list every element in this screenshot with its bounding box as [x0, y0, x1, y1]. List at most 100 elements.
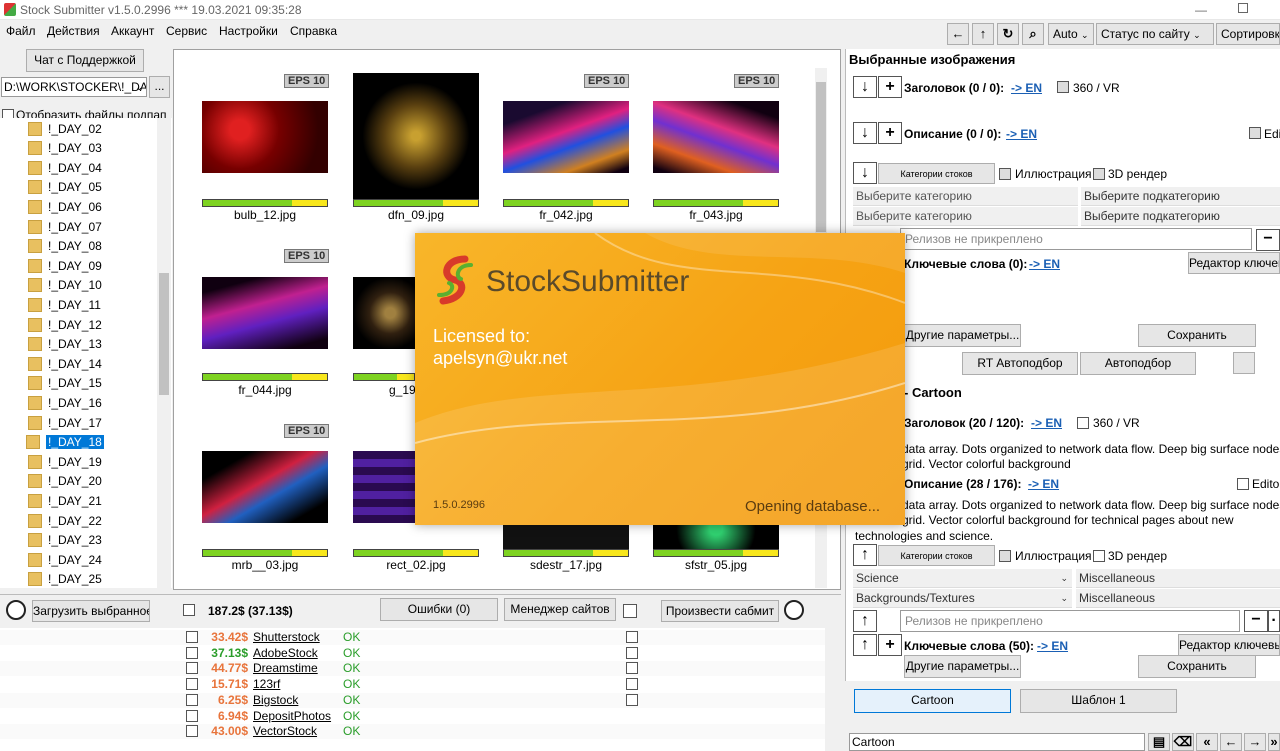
autoselect-button[interactable]: Автоподбор [1080, 352, 1196, 375]
tree-folder-item[interactable]: !_DAY_24 [28, 550, 102, 569]
tree-scrollbar[interactable] [157, 118, 171, 588]
description-translate-link[interactable]: -> EN [1006, 127, 1037, 141]
site-checkbox[interactable] [186, 678, 198, 691]
site-row[interactable]: 37.13$ AdobeStock OK [0, 646, 825, 661]
menu-actions[interactable]: Действия [47, 24, 100, 38]
thumbnail-image[interactable] [202, 451, 328, 523]
color-swatch-button[interactable] [1233, 352, 1255, 374]
menu-settings[interactable]: Настройки [219, 24, 278, 38]
tree-folder-item[interactable]: !_DAY_20 [28, 472, 102, 491]
save2-button[interactable]: Сохранить [1138, 655, 1256, 678]
keyword-editor-button[interactable]: Редактор ключев [1188, 252, 1280, 274]
plus-icon[interactable]: + [878, 122, 902, 144]
upload-selected-button[interactable]: Загрузить выбранное [32, 600, 150, 622]
tree-folder-item[interactable]: !_DAY_03 [28, 139, 102, 158]
prev-icon[interactable]: ← [1220, 733, 1242, 751]
maximize-icon[interactable] [1238, 3, 1248, 13]
template-name-field[interactable]: Cartoon [849, 733, 1145, 751]
subcategory-select[interactable]: Miscellaneous [1076, 589, 1280, 608]
clock-icon[interactable] [6, 600, 26, 620]
other-params2-button[interactable]: Другие параметры... [904, 655, 1021, 678]
category-select[interactable]: Science ⌄ [853, 569, 1072, 588]
tree-folder-item[interactable]: !_DAY_08 [28, 237, 102, 256]
tree-folder-item[interactable]: !_DAY_23 [28, 531, 102, 550]
thumbnail-image[interactable] [653, 101, 779, 173]
site-manager-button[interactable]: Менеджер сайтов [504, 598, 616, 621]
category-select[interactable]: Backgrounds/Textures ⌄ [853, 589, 1072, 608]
site-option-checkbox[interactable] [626, 646, 638, 659]
tree-folder-item[interactable]: !_DAY_13 [28, 335, 102, 354]
site-name-link[interactable]: Bigstock [253, 693, 298, 707]
site-checkbox[interactable] [186, 693, 198, 706]
last-icon[interactable]: » [1268, 733, 1280, 751]
errors-button[interactable]: Ошибки (0) [380, 598, 498, 621]
tree-folder-item[interactable]: !_DAY_21 [28, 491, 102, 510]
thumbnail-image[interactable] [202, 277, 328, 349]
subcategory-select[interactable]: Выберите подкатегорию [1081, 207, 1280, 226]
up-arrow-icon[interactable]: ↑ [853, 610, 877, 632]
option-checkbox[interactable] [623, 604, 637, 618]
back-arrow-icon[interactable]: ← [947, 23, 969, 45]
site-name-link[interactable]: DepositPhotos [253, 709, 331, 723]
tree-folder-item[interactable]: !_DAY_06 [28, 197, 102, 216]
browse-button[interactable]: ... [149, 76, 170, 98]
thumbnail-image[interactable] [353, 277, 415, 349]
plus-icon[interactable]: + [878, 76, 902, 98]
save-button[interactable]: Сохранить [1138, 324, 1256, 347]
path-input[interactable]: D:\WORK\STOCKER\!_DA ⌄ [1, 77, 147, 97]
tab-cartoon[interactable]: Cartoon [854, 689, 1011, 713]
support-chat-button[interactable]: Чат с Поддержкой [26, 49, 144, 72]
up-arrow-icon[interactable]: ↑ [972, 23, 994, 45]
illustration-checkbox[interactable] [999, 168, 1011, 180]
minus-icon[interactable]: − [1244, 610, 1268, 632]
vr-checkbox[interactable] [1057, 81, 1069, 93]
description2-text[interactable]: technologies and science. [855, 529, 993, 543]
tree-folder-item[interactable]: !_DAY_16 [28, 393, 102, 412]
site-option-checkbox[interactable] [626, 631, 638, 643]
sites-scrollbar[interactable] [825, 628, 839, 751]
plus-icon[interactable]: + [878, 634, 902, 656]
site-checkbox[interactable] [186, 631, 198, 643]
down-arrow-icon[interactable]: ↓ [853, 162, 877, 184]
minus-icon[interactable]: − [1256, 229, 1280, 251]
title-translate-link[interactable]: -> EN [1011, 81, 1042, 95]
tree-folder-item[interactable]: !_DAY_10 [28, 276, 102, 295]
trash-icon[interactable]: ⌫ [1172, 733, 1194, 751]
more-icon[interactable]: · [1268, 610, 1280, 632]
tree-folder-item[interactable]: !_DAY_04 [28, 158, 102, 177]
category-select[interactable]: Выберите категорию [853, 187, 1078, 206]
down-arrow-icon[interactable]: ↓ [853, 76, 877, 98]
subcategory-select[interactable]: Miscellaneous [1076, 569, 1280, 588]
tree-folder-item[interactable]: !_DAY_15 [28, 374, 102, 393]
next-icon[interactable]: → [1244, 733, 1266, 751]
title2-translate-link[interactable]: -> EN [1031, 416, 1062, 430]
site-option-checkbox[interactable] [626, 662, 638, 675]
tree-folder-item[interactable]: !_DAY_17 [28, 413, 102, 432]
site-row[interactable]: 43.00$ VectorStock OK [0, 724, 825, 740]
search-icon[interactable]: ⌕ [1022, 23, 1044, 45]
tree-folder-item[interactable]: !_DAY_02 [28, 119, 102, 138]
site-name-link[interactable]: VectorStock [253, 724, 317, 738]
first-icon[interactable]: « [1196, 733, 1218, 751]
menu-service[interactable]: Сервис [166, 24, 207, 38]
menu-account[interactable]: Аккаунт [111, 24, 154, 38]
tree-folder-item[interactable]: !_DAY_18 [26, 433, 104, 452]
editor2-checkbox[interactable] [1237, 478, 1249, 490]
other-params-button[interactable]: Другие параметры... [904, 324, 1021, 347]
thumbnail-image[interactable] [353, 73, 479, 199]
rt-autoselect-button[interactable]: RT Автоподбор [962, 352, 1078, 375]
minimize-icon[interactable]: — [1195, 3, 1207, 17]
site-row[interactable]: 44.77$ Dreamstime OK [0, 661, 825, 677]
keywords2-translate-link[interactable]: -> EN [1037, 639, 1068, 653]
sort-dropdown[interactable]: Сортировк [1216, 23, 1280, 45]
site-option-checkbox[interactable] [626, 693, 638, 706]
description2-translate-link[interactable]: -> EN [1028, 477, 1059, 491]
clock-icon[interactable] [784, 600, 804, 620]
up-arrow-icon[interactable]: ↑ [853, 634, 877, 656]
refresh-icon[interactable]: ↻ [997, 23, 1019, 45]
category-select[interactable]: Выберите категорию [853, 207, 1078, 226]
site-name-link[interactable]: Dreamstime [253, 661, 318, 675]
illustration2-checkbox[interactable] [999, 550, 1011, 562]
thumbnail-image[interactable] [202, 101, 328, 173]
stock-categories-button[interactable]: Категории стоков [878, 545, 995, 566]
